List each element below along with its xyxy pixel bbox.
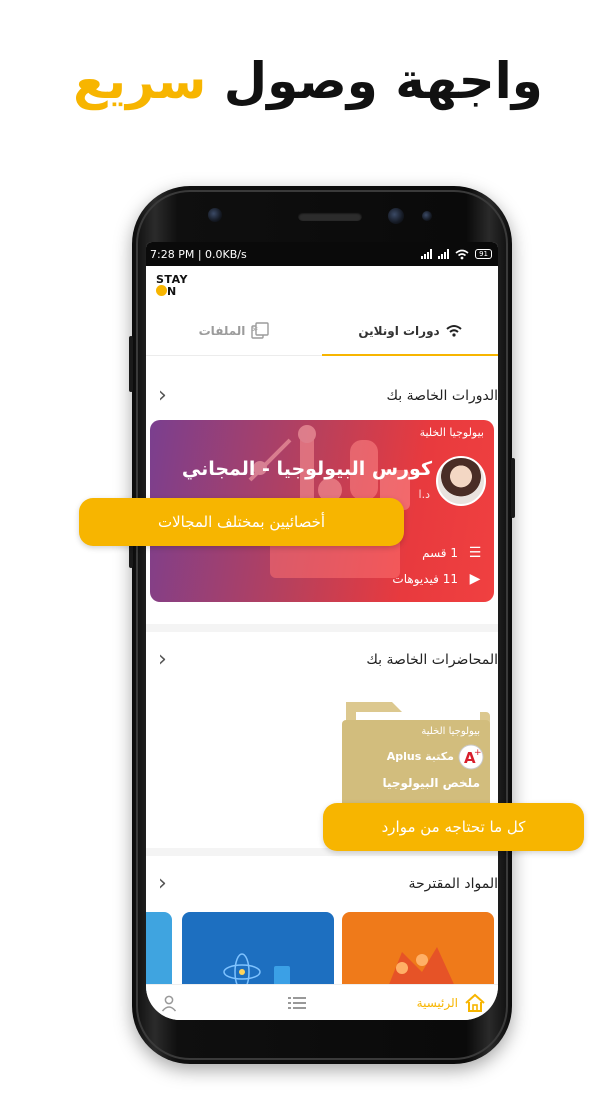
tab-files[interactable]: PDF الملفات [146, 306, 322, 355]
course-author: د.ا [418, 488, 430, 501]
tab-online-courses-label: دورات اونلاين [358, 323, 440, 338]
app-store-screenshot: واجهة وصول سريع 7:28 PM | 0.0KB/s 91 STA… [0, 0, 616, 1094]
courses-section-header[interactable]: الدورات الخاصة بك ‹ [146, 372, 498, 420]
nav-home[interactable]: الرئيسية [417, 993, 486, 1013]
logo-line2-text: N [167, 285, 177, 298]
lecture-library: مكتبة Aplus [386, 750, 454, 763]
callout-specialists: أخصائيين بمختلف المجالات [79, 498, 404, 546]
app-bar: STAY N [146, 266, 498, 306]
stayon-logo: STAY N [156, 274, 188, 297]
proximity-sensor [422, 211, 432, 221]
material-card-orange[interactable] [342, 912, 494, 992]
instructor-avatar [436, 456, 486, 506]
nav-home-label: الرئيسية [416, 995, 458, 1010]
course-sections-count: 1 قسم [422, 546, 458, 560]
headline-accent: سريع [73, 52, 207, 110]
promo-headline: واجهة وصول سريع [0, 52, 616, 110]
video-library-icon: ▶ [469, 571, 481, 587]
tab-files-label: الملفات [198, 323, 246, 338]
courses-section-title: الدورات الخاصة بك [386, 388, 498, 404]
callout-resources: كل ما تحتاجه من موارد [323, 803, 584, 851]
signal-icon [421, 249, 433, 259]
pdf-files-icon: PDF [251, 322, 270, 339]
phone-screen: 7:28 PM | 0.0KB/s 91 STAY N دورات اونلاي… [146, 242, 498, 1020]
chevron-left-icon[interactable]: ‹ [158, 873, 167, 895]
wifi-icon [446, 325, 462, 337]
material-card-blue[interactable] [182, 912, 334, 992]
earpiece-speaker [298, 212, 362, 221]
course-sections: ☰ 1 قسم [422, 544, 484, 562]
atom-illustration [223, 953, 290, 991]
home-icon [465, 993, 485, 1012]
materials-section-title: المواد المقترحة [408, 876, 499, 892]
svg-text:+: + [474, 748, 482, 758]
chevron-left-icon[interactable]: ‹ [158, 385, 167, 407]
signal-icon-2 [438, 249, 450, 259]
lectures-section-title: المحاضرات الخاصة بك [366, 652, 498, 668]
tab-online-courses[interactable]: دورات اونلاين [322, 306, 498, 356]
section-divider [146, 624, 498, 632]
svg-text:PDF: PDF [251, 327, 258, 333]
callout-specialists-text: أخصائيين بمختلف المجالات [157, 513, 326, 531]
callout-resources-text: كل ما تحتاجه من موارد [381, 818, 526, 836]
course-videos-count: 11 فيديوهات [392, 572, 458, 586]
lectures-section-header[interactable]: المحاضرات الخاصة بك ‹ [146, 632, 498, 688]
volume-button [129, 336, 133, 392]
status-time: 7:28 PM | 0.0KB/s [150, 247, 247, 261]
course-videos: ▶ 11 فيديوهات [392, 570, 484, 588]
status-icons: 91 [421, 249, 492, 260]
lecture-title: ملخص البيولوجيا [382, 776, 480, 790]
materials-carousel [146, 912, 498, 992]
course-title: كورس البيولوجيا - المجاني [181, 458, 432, 480]
wifi-status-icon [455, 249, 469, 259]
bottom-navigation: الرئيسية [146, 984, 498, 1020]
iris-scanner [388, 208, 404, 224]
tab-bar: دورات اونلاين PDF الملفات [146, 306, 498, 356]
front-camera [208, 208, 222, 222]
logo-circle [156, 285, 167, 296]
material-card-lightblue[interactable] [146, 912, 172, 992]
headline-main: واجهة وصول [223, 52, 544, 110]
status-bar: 7:28 PM | 0.0KB/s 91 [146, 242, 498, 266]
course-subject: بيولوجيا الخلية [419, 426, 484, 439]
list-menu-icon[interactable] [287, 995, 307, 1011]
profile-icon[interactable] [160, 994, 178, 1012]
chemistry-illustration [386, 947, 458, 992]
power-button [511, 458, 515, 518]
logo-line2: N [156, 285, 188, 297]
logo-line1: STAY [156, 273, 188, 286]
aplus-logo-icon: A+ [458, 744, 484, 770]
battery-icon: 91 [475, 249, 492, 259]
lecture-subject: بيولوجيا الخلية [421, 726, 480, 737]
materials-section-header[interactable]: المواد المقترحة ‹ [146, 856, 498, 912]
list-icon: ☰ [468, 545, 482, 561]
chevron-left-icon[interactable]: ‹ [158, 649, 167, 671]
